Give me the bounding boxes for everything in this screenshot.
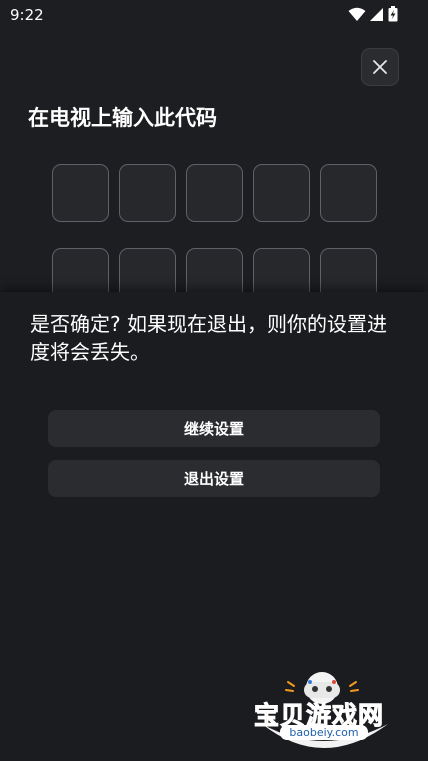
pairing-screen: 在电视上输入此代码 [0, 30, 428, 292]
status-time: 9:22 [10, 6, 44, 24]
pairing-title: 在电视上输入此代码 [28, 106, 217, 130]
code-row-1 [52, 164, 377, 222]
watermark-logo: 宝贝游戏网 baobeiy.com [248, 664, 398, 756]
confirm-message: 是否确定? 如果现在退出，则你的设置进度将会丢失。 [30, 312, 387, 364]
code-cell[interactable] [320, 248, 377, 292]
exit-setup-button[interactable]: 退出设置 [48, 460, 380, 497]
status-bar: 9:22 [0, 0, 428, 30]
code-cell[interactable] [119, 248, 176, 292]
code-cell[interactable] [52, 248, 109, 292]
code-cell[interactable] [186, 164, 243, 222]
code-cell[interactable] [119, 164, 176, 222]
code-cell[interactable] [320, 164, 377, 222]
code-cell[interactable] [253, 164, 310, 222]
continue-setup-button[interactable]: 继续设置 [48, 410, 380, 447]
close-button[interactable] [361, 48, 399, 86]
status-icons [348, 6, 398, 22]
code-cell[interactable] [52, 164, 109, 222]
code-row-2 [52, 248, 377, 292]
signal-icon [370, 7, 383, 21]
watermark-url: baobeiy.com [280, 725, 368, 740]
battery-charging-icon [388, 6, 398, 22]
close-icon [373, 60, 387, 74]
wifi-icon [348, 7, 366, 21]
code-cell[interactable] [186, 248, 243, 292]
code-cell[interactable] [253, 248, 310, 292]
